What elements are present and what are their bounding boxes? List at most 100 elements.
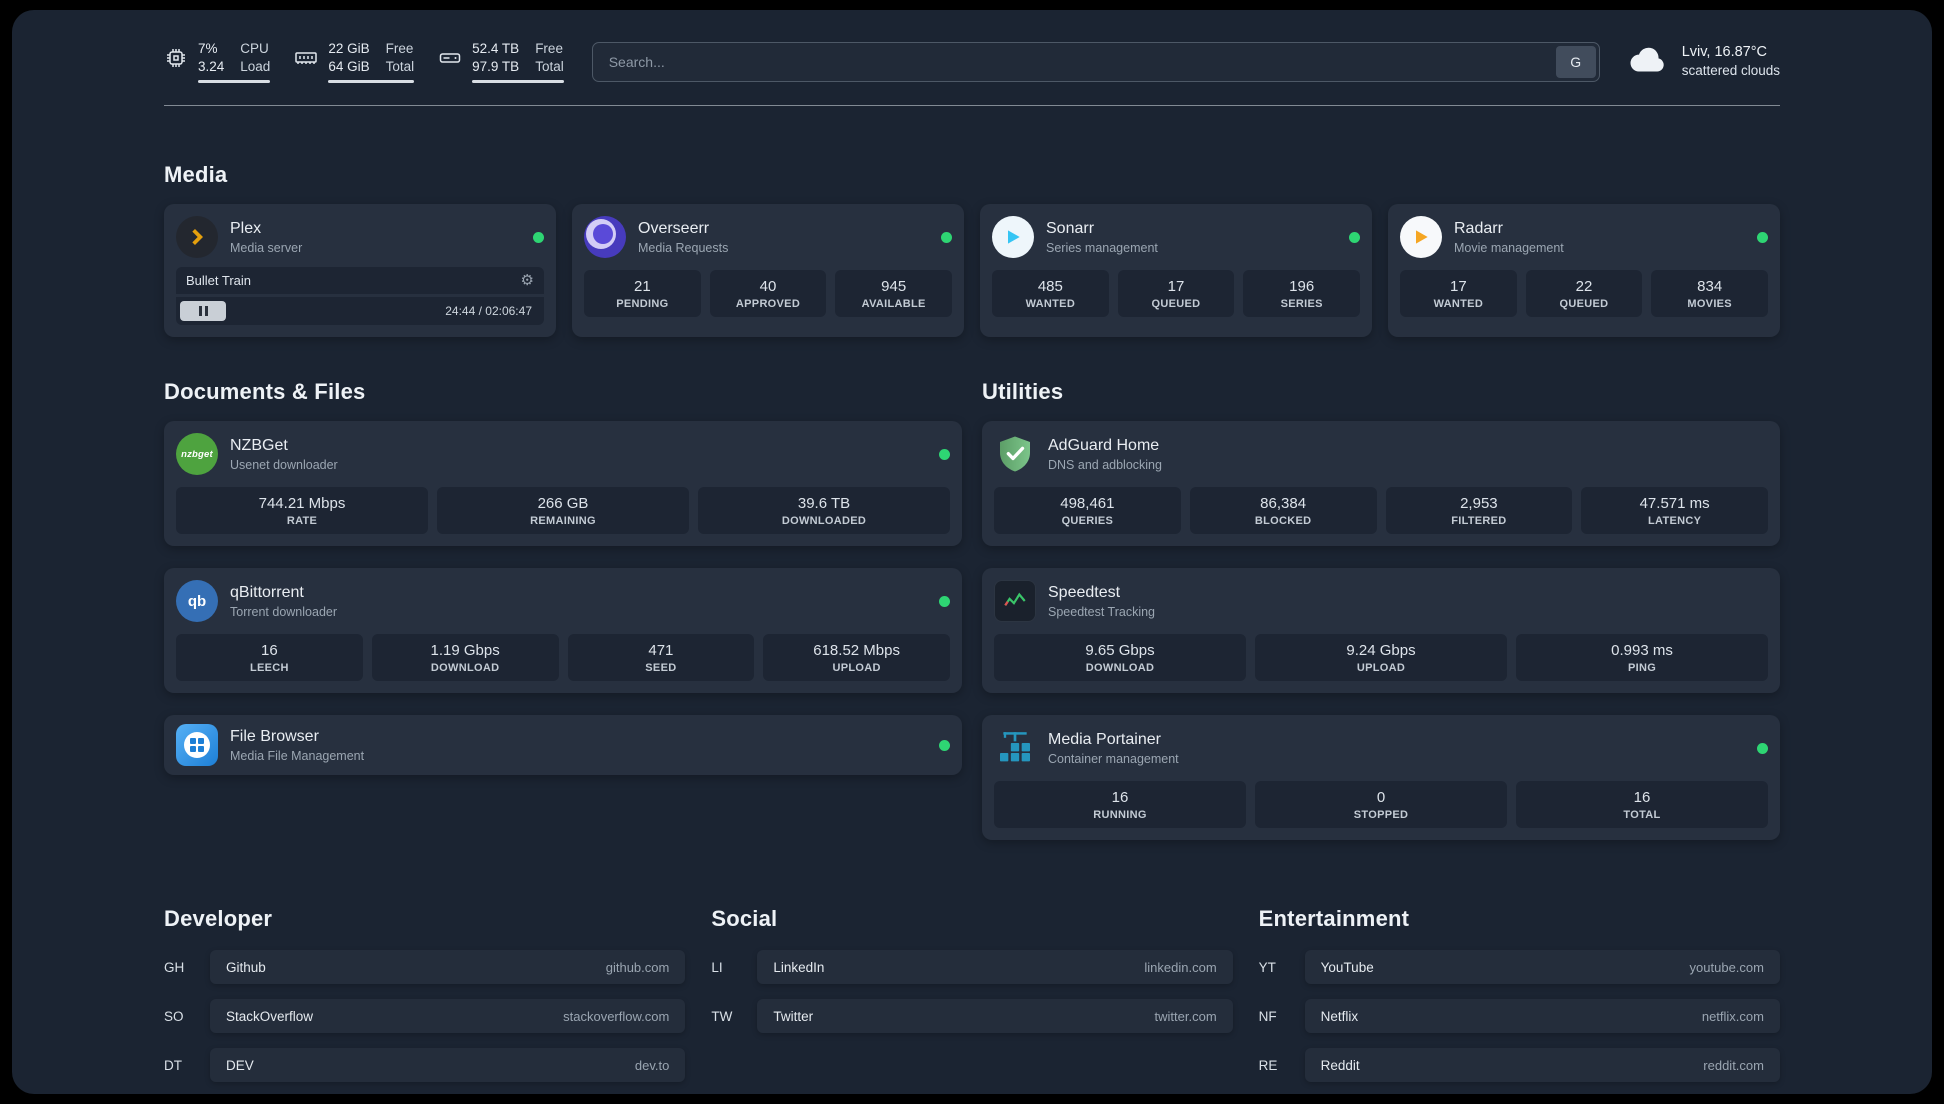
bookmark-name: LinkedIn (773, 959, 825, 975)
stats-row: 17 WANTED 22 QUEUED 834 MOVIES (1400, 270, 1768, 318)
bookmark-abbr: TW (711, 1008, 733, 1024)
memory-free-label: Free (385, 41, 414, 56)
status-indicator (941, 231, 952, 243)
player-progress-bar[interactable]: 24:44 / 02:06:47 (176, 297, 544, 326)
section-title-media: Media (164, 162, 228, 188)
card-subtitle: DNS and adblocking (1048, 457, 1162, 472)
bookmark-netflix[interactable]: NF Netflix netflix.com (1258, 999, 1780, 1034)
status-indicator (1349, 231, 1360, 243)
bookmark-twitter[interactable]: TW Twitter twitter.com (711, 999, 1233, 1034)
card-title: Sonarr (1046, 219, 1095, 237)
card-title: NZBGet (230, 436, 288, 454)
stat-filtered: 2,953 FILTERED (1385, 487, 1573, 535)
card-portainer[interactable]: Media Portainer Container management 16 … (982, 715, 1780, 841)
memory-usage-bar (328, 80, 415, 84)
section-documents: Documents & Files nzbget NZBGet Usenet d… (164, 379, 962, 840)
nzbget-icon: nzbget (176, 433, 218, 476)
stat-queries: 498,461 QUERIES (994, 487, 1181, 535)
memory-free-value: 22 GiB (328, 41, 370, 56)
stat-download: 9.65 Gbps DOWNLOAD (994, 634, 1246, 682)
cpu-load-value: 3.24 (198, 58, 225, 74)
status-indicator (939, 448, 950, 460)
resource-widgets: 7% 3.24 CPU Load 22 GiB 64 GiB Free Tota… (164, 40, 564, 84)
stat-queued: 17 QUEUED (1117, 270, 1235, 318)
card-subtitle: Media File Management (230, 748, 365, 763)
bookmark-github[interactable]: GH Github github.com (164, 950, 686, 985)
stat-seed: 471 SEED (567, 634, 755, 682)
cpu-usage-label: CPU (240, 41, 269, 56)
stat-latency: 47.571 ms LATENCY (1581, 487, 1768, 535)
section-title-social: Social (711, 906, 778, 932)
two-column-area: Documents & Files nzbget NZBGet Usenet d… (164, 379, 1780, 841)
card-subtitle: Movie management (1454, 240, 1564, 255)
stat-downloaded: 39.6 TB DOWNLOADED (698, 487, 950, 535)
stats-row: 16 LEECH 1.19 Gbps DOWNLOAD 471 SEED 618… (176, 634, 950, 682)
plex-now-playing: Bullet Train ⚙ 24:44 / 02:06:47 (176, 267, 544, 326)
memory-icon (294, 46, 318, 70)
radarr-icon (1400, 216, 1442, 259)
stat-queued: 22 QUEUED (1525, 270, 1643, 318)
section-title-utilities: Utilities (982, 379, 1064, 405)
bookmark-abbr: GH (164, 959, 185, 975)
card-qbittorrent[interactable]: qb qBittorrent Torrent downloader 16 LEE… (164, 568, 962, 694)
section-utilities: Utilities AdGuard Home DNS and adblockin… (982, 379, 1780, 841)
section-title-developer: Developer (164, 906, 273, 932)
card-sonarr[interactable]: Sonarr Series management 485 WANTED 17 Q… (980, 204, 1372, 338)
search-input[interactable] (592, 53, 1553, 70)
weather-widget[interactable]: Lviv, 16.87°C scattered clouds (1628, 42, 1780, 81)
card-nzbget[interactable]: nzbget NZBGet Usenet downloader 744.21 M… (164, 421, 962, 547)
bookmark-abbr: SO (164, 1008, 184, 1024)
card-speedtest[interactable]: Speedtest Speedtest Tracking 9.65 Gbps D… (982, 568, 1780, 694)
card-subtitle: Media Requests (638, 240, 729, 255)
card-plex[interactable]: Plex Media server Bullet Train ⚙ 24:44 /… (164, 204, 556, 338)
bookmark-name: DEV (226, 1057, 254, 1073)
media-grid: Plex Media server Bullet Train ⚙ 24:44 /… (164, 204, 1780, 338)
now-playing-row: Bullet Train ⚙ (176, 267, 544, 295)
bookmark-stackoverflow[interactable]: SO StackOverflow stackoverflow.com (164, 999, 686, 1034)
bookmark-linkedin[interactable]: LI LinkedIn linkedin.com (711, 950, 1233, 985)
card-title: Speedtest (1048, 583, 1121, 601)
cpu-usage-value: 7% (198, 41, 218, 56)
section-title-entertainment: Entertainment (1258, 906, 1410, 932)
gear-icon[interactable]: ⚙ (521, 273, 534, 288)
card-overseerr[interactable]: Overseerr Media Requests 21 PENDING 40 A… (572, 204, 964, 338)
bookmark-abbr: NF (1258, 1008, 1277, 1024)
dashboard-content: 7% 3.24 CPU Load 22 GiB 64 GiB Free Tota… (12, 10, 1932, 1083)
stats-row: 744.21 Mbps RATE 266 GB REMAINING 39.6 T… (176, 487, 950, 535)
pause-button[interactable] (180, 301, 226, 322)
bookmark-url: github.com (605, 959, 670, 975)
bookmark-dev[interactable]: DT DEV dev.to (164, 1048, 686, 1083)
card-filebrowser[interactable]: File Browser Media File Management (164, 715, 962, 776)
topbar-divider (164, 105, 1780, 107)
stat-upload: 9.24 Gbps UPLOAD (1255, 634, 1507, 682)
bookmark-name: Reddit (1320, 1057, 1360, 1073)
card-header: Radarr Movie management (1400, 216, 1768, 259)
bookmark-name: Github (226, 959, 266, 975)
stat-remaining: 266 GB REMAINING (437, 487, 689, 535)
stat-available: 945 AVAILABLE (835, 270, 952, 318)
stat-rate: 744.21 Mbps RATE (176, 487, 428, 535)
stats-row: 16 RUNNING 0 STOPPED 16 TOTAL (994, 781, 1768, 829)
cpu-widget: 7% 3.24 CPU Load (164, 40, 271, 84)
plex-icon (176, 216, 218, 259)
stat-download: 1.19 Gbps DOWNLOAD (371, 634, 559, 682)
disk-free-label: Free (535, 41, 563, 56)
bookmark-youtube[interactable]: YT YouTube youtube.com (1259, 950, 1780, 985)
bookmark-reddit[interactable]: RE Reddit reddit.com (1259, 1048, 1780, 1083)
stat-total: 16 TOTAL (1516, 781, 1768, 829)
stat-leech: 16 LEECH (176, 634, 363, 682)
search-engine-button[interactable]: G (1555, 45, 1596, 78)
card-subtitle: Usenet downloader (230, 457, 338, 472)
card-header: qb qBittorrent Torrent downloader (176, 580, 950, 623)
weather-condition: scattered clouds (1681, 63, 1780, 79)
card-subtitle: Torrent downloader (230, 604, 338, 619)
stat-wanted: 485 WANTED (992, 270, 1109, 318)
stats-row: 498,461 QUERIES 86,384 BLOCKED 2,953 FIL… (994, 487, 1768, 535)
card-adguard[interactable]: AdGuard Home DNS and adblocking 498,461 … (982, 421, 1780, 547)
speedtest-icon (994, 580, 1036, 623)
stat-ping: 0.993 ms PING (1516, 634, 1768, 682)
card-title: Overseerr (638, 219, 710, 237)
section-title-documents: Documents & Files (164, 379, 366, 405)
bookmark-url: youtube.com (1689, 959, 1764, 975)
card-radarr[interactable]: Radarr Movie management 17 WANTED 22 QUE… (1388, 204, 1780, 338)
